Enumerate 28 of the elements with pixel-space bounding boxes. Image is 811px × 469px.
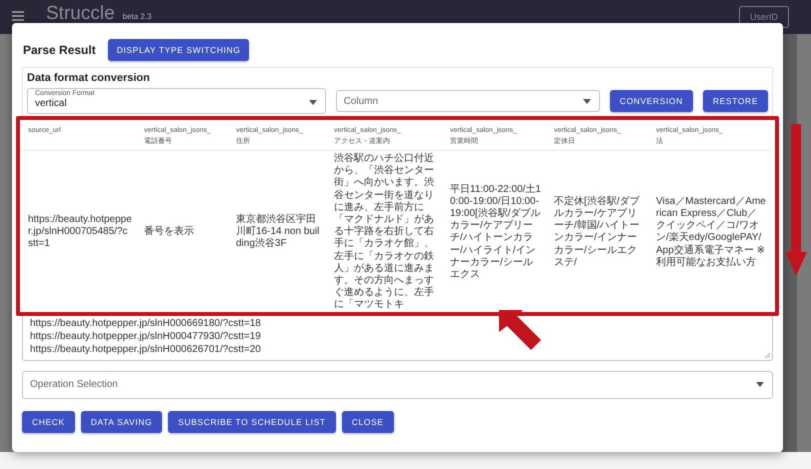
url-line: https://beauty.hotpepper.jp/slnH000477930/?cstt=19 bbox=[30, 330, 262, 343]
action-button[interactable]: SUBSCRIBE TO SCHEDULE LIST bbox=[168, 410, 336, 433]
action-button[interactable]: CLOSE bbox=[342, 410, 394, 433]
table-cell-text: 渋谷駅のハチ公口付近から、「渋谷センター街」へ向かいます。渋谷センター街を道なりに進み、左手前方に「マクドナルド」がある十字路を右折して右手に「カラオケ館」、左手に「カラオケの鉄人」がある道に進みます。その方向へまっすぐ進めるように、左手に「マツモトキ bbox=[334, 153, 435, 312]
action-button[interactable]: CHECK bbox=[22, 410, 75, 433]
caret-icon bbox=[756, 382, 764, 388]
table-cell-text: 不定休[渋谷駅/ダブルカラー/ケアブリーチ/韓国/ハイトーンカラー/インナーカラー/シールエクステ/ bbox=[554, 196, 641, 269]
operation-select[interactable]: Operation Selection bbox=[22, 370, 773, 399]
url-line: https://beauty.hotpepper.jp/slnH000669180/?cstt=18 bbox=[30, 316, 262, 330]
column-select[interactable]: Column bbox=[336, 90, 600, 112]
table-cell-text: 東京都渋谷区宇田川町16-14 non building渋谷3F bbox=[236, 214, 320, 251]
dialog-title: Parse Result bbox=[23, 43, 96, 57]
table-cell: 平日11:00-22:00/土10:00-19:00/日10:00-19:00[渋谷駅/ダブルカラー/ケアブリーチ/ハイトーンカラー/ハイライト/インナーカラー/シールエクス bbox=[450, 184, 542, 282]
table-cell-text: 番号を表示 bbox=[144, 226, 195, 238]
app-title: Struccle bbox=[46, 3, 115, 25]
table-cell: https://beauty.hotpepper.jp/slnH000705485/?cstt=1 bbox=[28, 214, 132, 251]
caret-icon bbox=[308, 100, 317, 105]
caret-icon bbox=[582, 98, 591, 104]
resize-handle-icon[interactable] bbox=[765, 352, 770, 358]
action-button[interactable]: CONVERSION bbox=[610, 90, 693, 112]
action-button[interactable]: DATA SAVING bbox=[80, 410, 162, 433]
section-heading: Data format conversion bbox=[27, 72, 151, 84]
display-switch-button[interactable]: DISPLAY TYPE SWITCHING bbox=[108, 39, 250, 61]
version-label: beta 2.3 bbox=[122, 12, 152, 21]
action-button[interactable]: RESTORE bbox=[702, 90, 768, 112]
menu-icon[interactable] bbox=[12, 11, 24, 21]
table-cell: Visa／Mastercard／American Express／Club／クイックペイ／コ/ワオン/楽天edy/GooglePAY/App交通系電子マネー ※利用可能なお支払い方 bbox=[656, 196, 767, 269]
url-line: https://beauty.hotpepper.jp/slnH000626701/?cstt=20 bbox=[30, 342, 262, 356]
